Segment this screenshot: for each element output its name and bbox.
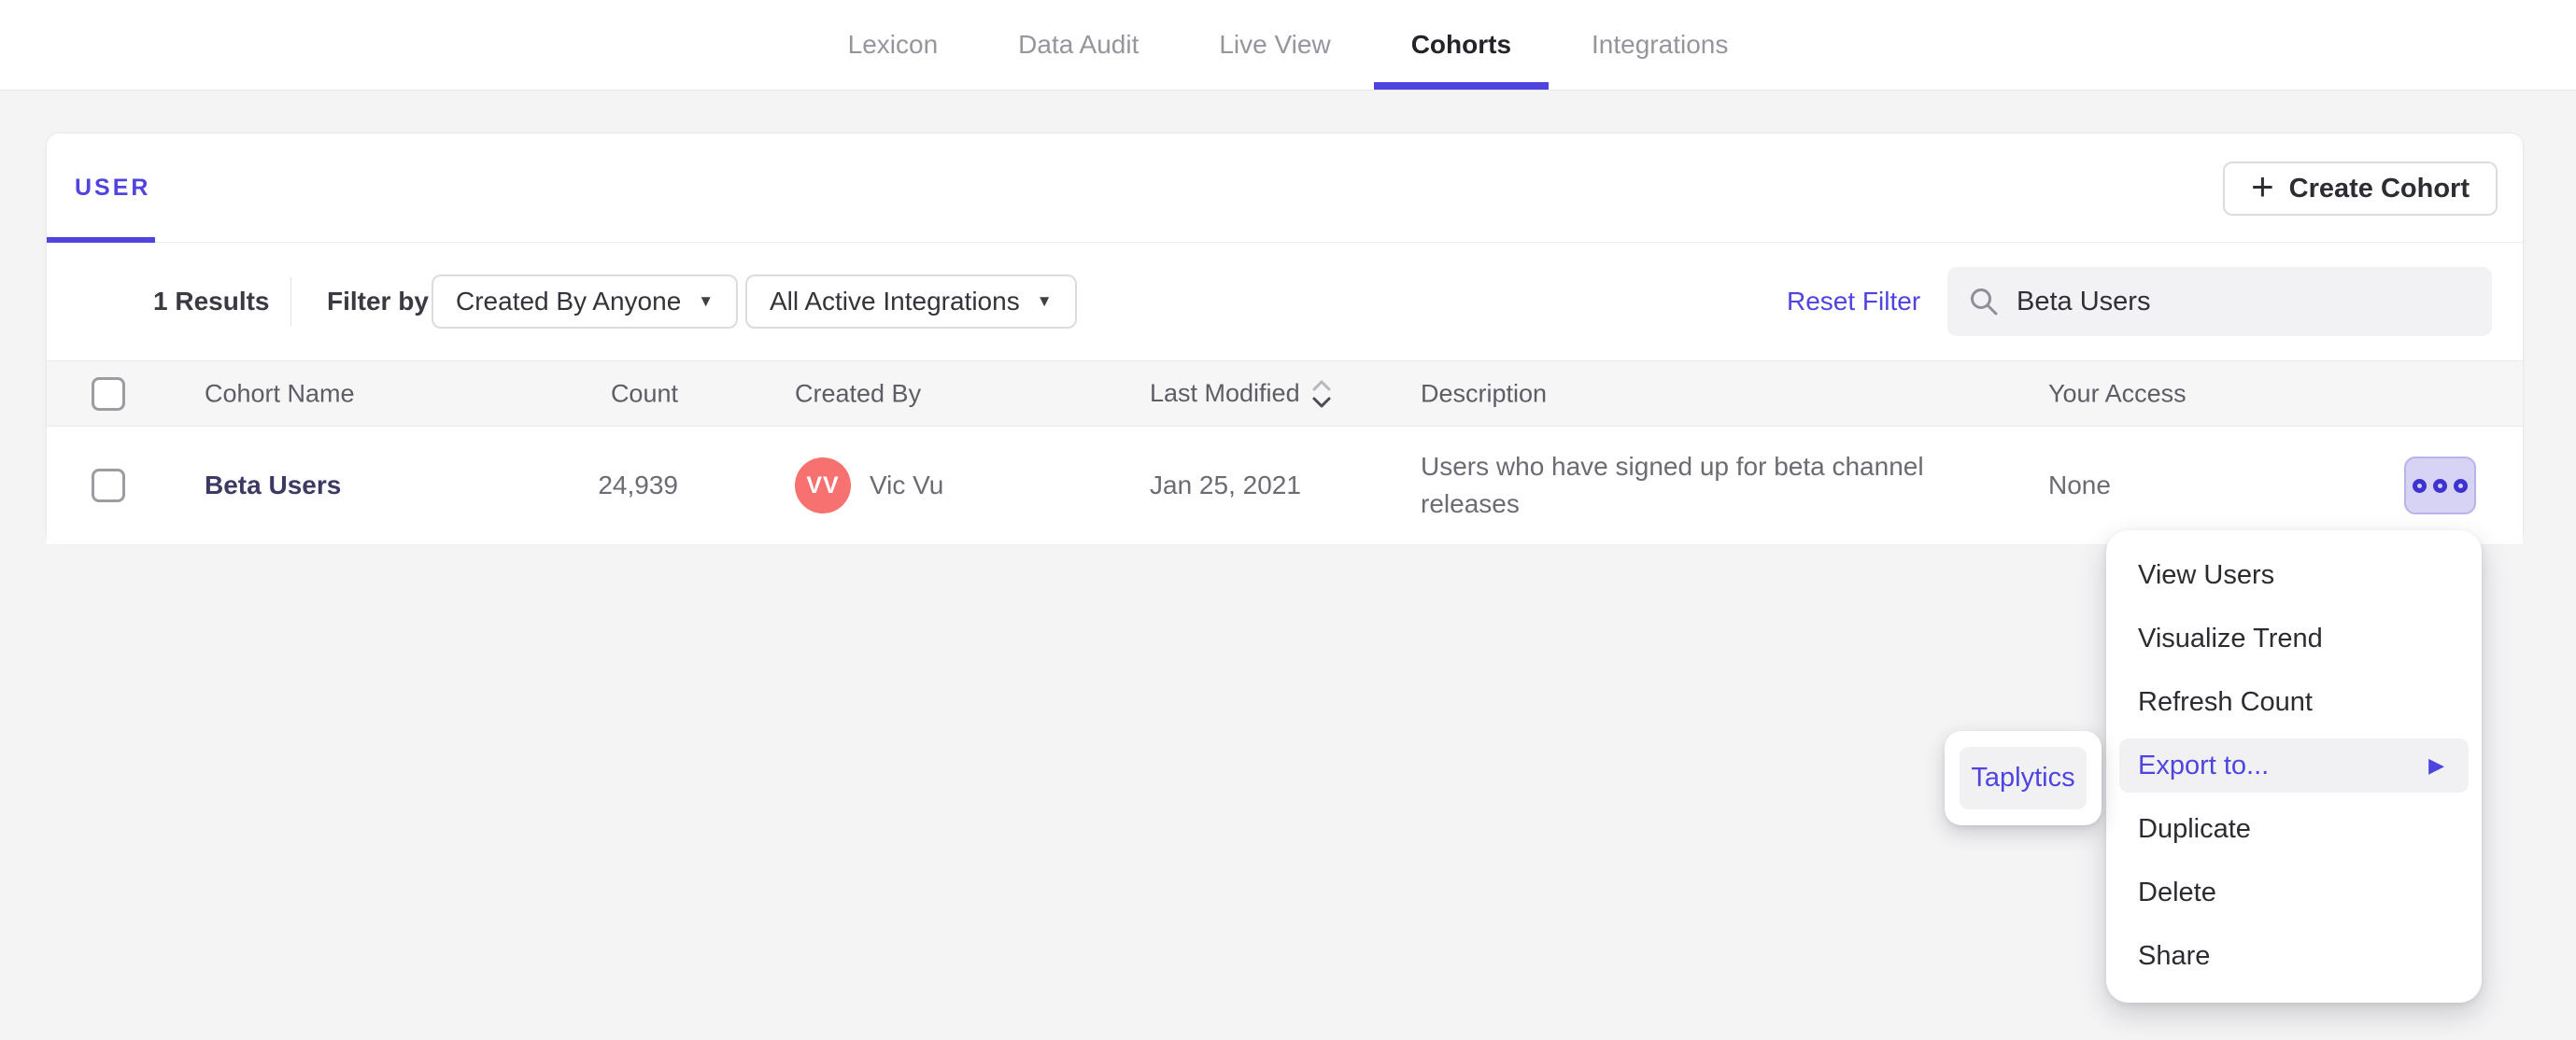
filter-by-label: Filter by bbox=[327, 287, 429, 316]
search-icon bbox=[1971, 288, 1998, 316]
reset-filter-link[interactable]: Reset Filter bbox=[1787, 287, 1920, 316]
menu-item-view-users[interactable]: View Users bbox=[2106, 543, 2482, 607]
integrations-dropdown-value: All Active Integrations bbox=[770, 287, 1020, 316]
tab-user[interactable]: USER bbox=[75, 175, 150, 202]
search-box[interactable] bbox=[1947, 267, 2492, 336]
header-cohort-name[interactable]: Cohort Name bbox=[205, 379, 355, 408]
cohort-count: 24,939 bbox=[598, 471, 678, 499]
integrations-dropdown[interactable]: All Active Integrations ▼ bbox=[745, 274, 1077, 329]
menu-item-delete[interactable]: Delete bbox=[2106, 861, 2482, 924]
creator-cell: VV Vic Vu bbox=[795, 457, 943, 513]
cohorts-card: USER + Create Cohort 1 Results Filter by… bbox=[46, 133, 2524, 544]
menu-item-visualize-trend[interactable]: Visualize Trend bbox=[2106, 607, 2482, 670]
active-tab-underline bbox=[1373, 82, 1550, 90]
results-count: 1 Results bbox=[153, 287, 270, 316]
nav-tab-cohorts[interactable]: Cohorts bbox=[1373, 0, 1550, 90]
created-by-dropdown-value: Created By Anyone bbox=[456, 287, 682, 316]
menu-item-export-label: Export to... bbox=[2138, 750, 2270, 780]
table-header-row: Cohort Name Count Created By Last Modifi… bbox=[47, 360, 2523, 427]
header-your-access[interactable]: Your Access bbox=[2048, 379, 2187, 408]
row-checkbox[interactable] bbox=[92, 469, 125, 502]
table-row: Beta Users 24,939 VV Vic Vu Jan 25, 2021… bbox=[47, 427, 2523, 544]
row-actions-menu: View Users Visualize Trend Refresh Count… bbox=[2106, 530, 2482, 1003]
nav-tab-label: Data Audit bbox=[1018, 30, 1139, 59]
header-created-by[interactable]: Created By bbox=[795, 379, 921, 408]
create-cohort-button[interactable]: + Create Cohort bbox=[2223, 162, 2498, 216]
submenu-arrow-icon: ▶ bbox=[2428, 753, 2444, 777]
chevron-down-icon: ▼ bbox=[698, 292, 715, 310]
menu-item-duplicate[interactable]: Duplicate bbox=[2106, 797, 2482, 861]
menu-item-refresh-count[interactable]: Refresh Count bbox=[2106, 670, 2482, 734]
nav-tab-label: Lexicon bbox=[847, 30, 939, 59]
select-all-checkbox[interactable] bbox=[92, 376, 125, 411]
header-count[interactable]: Count bbox=[495, 379, 678, 408]
more-actions-button[interactable] bbox=[2404, 457, 2476, 514]
nav-tab-integrations[interactable]: Integrations bbox=[1588, 0, 1732, 90]
ellipsis-icon bbox=[2413, 478, 2427, 493]
nav-tab-live-view[interactable]: Live View bbox=[1215, 0, 1334, 90]
filter-bar: 1 Results Filter by Created By Anyone ▼ … bbox=[47, 243, 2523, 360]
avatar: VV bbox=[795, 457, 851, 513]
header-description[interactable]: Description bbox=[1421, 379, 1962, 408]
created-by-dropdown[interactable]: Created By Anyone ▼ bbox=[432, 274, 739, 329]
creator-name: Vic Vu bbox=[870, 471, 944, 499]
nav-tab-label: Live View bbox=[1219, 30, 1331, 59]
header-last-modified[interactable]: Last Modified bbox=[1150, 377, 1332, 411]
nav-tab-label: Cohorts bbox=[1410, 30, 1512, 59]
sort-icon bbox=[1312, 380, 1331, 407]
ellipsis-icon bbox=[2433, 478, 2447, 493]
create-cohort-label: Create Cohort bbox=[2288, 173, 2470, 204]
nav-tab-data-audit[interactable]: Data Audit bbox=[1014, 0, 1142, 90]
vertical-divider bbox=[290, 277, 291, 326]
export-submenu: Taplytics bbox=[1945, 731, 2102, 825]
card-tab-row: USER + Create Cohort bbox=[47, 134, 2523, 243]
ellipsis-icon bbox=[2454, 478, 2468, 493]
last-modified-value: Jan 25, 2021 bbox=[1150, 471, 1301, 499]
header-last-modified-label: Last Modified bbox=[1150, 379, 1300, 407]
top-navigation: Lexicon Data Audit Live View Cohorts Int… bbox=[0, 0, 2576, 91]
nav-tab-lexicon[interactable]: Lexicon bbox=[844, 0, 942, 90]
access-value: None bbox=[2048, 471, 2111, 499]
search-input[interactable] bbox=[2017, 286, 2446, 317]
plus-icon: + bbox=[2251, 164, 2274, 208]
menu-item-export-to[interactable]: Export to... ▶ bbox=[2119, 738, 2469, 793]
submenu-item-taplytics[interactable]: Taplytics bbox=[1960, 747, 2087, 809]
cohort-name-link[interactable]: Beta Users bbox=[205, 471, 341, 499]
nav-tab-label: Integrations bbox=[1592, 30, 1729, 59]
chevron-down-icon: ▼ bbox=[1036, 292, 1053, 310]
menu-item-share[interactable]: Share bbox=[2106, 924, 2482, 988]
cohort-description: Users who have signed up for beta channe… bbox=[1421, 452, 1924, 518]
